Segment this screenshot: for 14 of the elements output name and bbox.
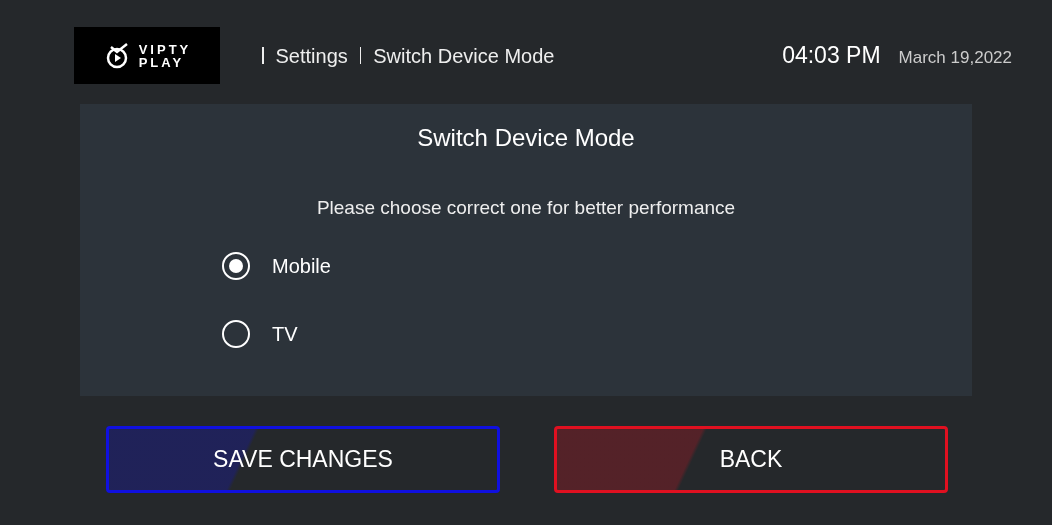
logo-text: VIPTY [138,42,192,56]
radio-button[interactable] [222,251,250,280]
panel-subtitle: Please choose correct one for better performance [315,196,737,220]
clock-time: 04:03 PM [782,41,881,71]
radio-button[interactable] [222,319,250,348]
radio-option[interactable]: TV [222,318,298,349]
action-button[interactable]: BACK [554,426,948,493]
radio-option[interactable]: Mobile [222,250,331,281]
action-button[interactable]: SAVE CHANGES [106,426,500,493]
breadcrumb-item[interactable]: Settings [275,40,348,71]
panel-title: Switch Device Mode [416,123,636,153]
date: March 19,2022 [898,47,1012,70]
breadcrumb-item: Switch Device Mode [373,43,555,69]
logo-text: PLAY [138,55,186,69]
